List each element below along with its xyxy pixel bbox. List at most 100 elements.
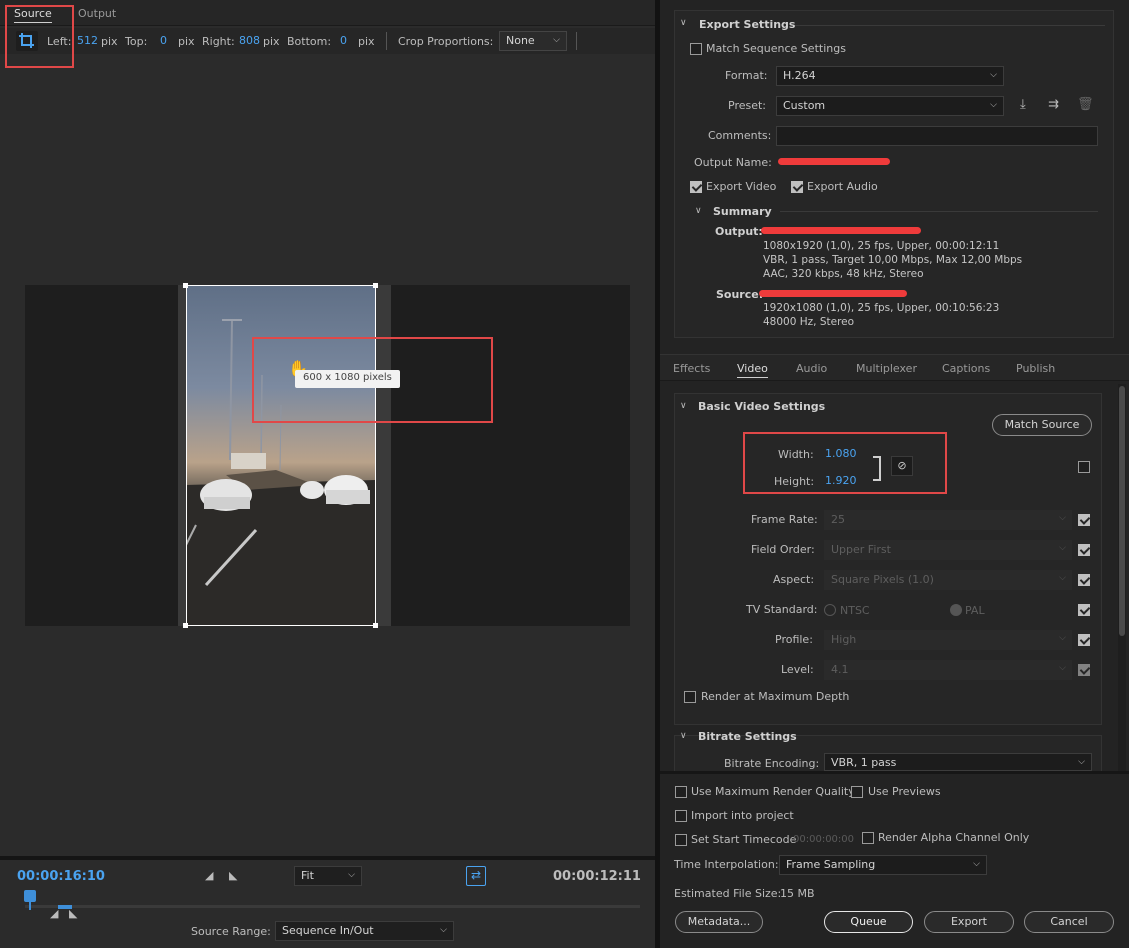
fit-frame-icon[interactable]: ⇄ [466,866,486,886]
crop-top-value[interactable]: 0 [160,34,167,47]
cancel-button[interactable]: Cancel [1024,911,1114,933]
profile-checkbox[interactable] [1078,634,1090,646]
save-preset-icon[interactable]: ⤓ [1020,97,1026,112]
scrollbar[interactable] [1118,384,1126,771]
field-order-checkbox[interactable] [1078,544,1090,556]
delete-preset-icon[interactable]: 🗑 [1077,97,1094,112]
match-sequence-checkbox[interactable] [690,43,702,55]
tab-video[interactable]: Video [737,362,768,378]
source-range-value: Sequence In/Out [282,924,374,937]
field-order-dropdown[interactable]: Upper First ⌵ [824,540,1072,560]
crop-proportions-label: Crop Proportions: [398,35,494,48]
export-video-label: Export Video [706,180,777,193]
preset-value: Custom [783,99,826,112]
step-forward-icon[interactable]: ◣ [229,869,237,882]
match-sequence-label: Match Sequence Settings [706,42,846,55]
crop-proportions-dropdown[interactable]: None ⌵ [499,31,567,51]
crop-right-value[interactable]: 808 [239,34,260,47]
crop-left-value[interactable]: 512 [77,34,98,47]
export-settings-title: Export Settings [699,18,796,31]
frame-rate-dropdown[interactable]: 25 ⌵ [824,510,1072,530]
crop-handle[interactable] [183,283,188,288]
pal-radio[interactable] [950,604,962,616]
crop-bottom-unit: pix [358,35,375,48]
comments-input[interactable] [776,126,1098,146]
tv-standard-label: TV Standard: [746,603,818,616]
zoom-value: Fit [301,869,314,882]
profile-label: Profile: [775,633,813,646]
chevron-down-icon: ⌵ [990,70,997,80]
bitrate-encoding-dropdown[interactable]: VBR, 1 pass ⌵ [824,753,1092,771]
tab-effects[interactable]: Effects [673,362,710,375]
import-preset-icon[interactable]: ⇉ [1048,97,1059,112]
time-interpolation-dropdown[interactable]: Frame Sampling ⌵ [779,855,987,875]
source-range-dropdown[interactable]: Sequence In/Out ⌵ [275,921,454,941]
section-rule [780,211,1098,212]
ntsc-radio[interactable] [824,604,836,616]
max-render-quality-checkbox[interactable] [675,786,687,798]
tab-output[interactable]: Output [78,7,116,20]
queue-button[interactable]: Queue [824,911,913,933]
chevron-down-icon: ⌵ [440,925,447,935]
use-previews-checkbox[interactable] [851,786,863,798]
aspect-dropdown[interactable]: Square Pixels (1.0) ⌵ [824,570,1072,590]
import-into-project-checkbox[interactable] [675,810,687,822]
crop-bottom-value[interactable]: 0 [340,34,347,47]
level-checkbox[interactable] [1078,664,1090,676]
section-rule [795,25,1105,26]
time-interpolation-value: Frame Sampling [786,858,876,871]
tab-publish[interactable]: Publish [1016,362,1055,375]
scrollbar-thumb[interactable] [1119,386,1125,636]
set-start-timecode-checkbox[interactable] [675,834,687,846]
summary-collapse-icon[interactable]: ∨ [695,206,702,216]
crop-handle[interactable] [373,623,378,628]
render-alpha-checkbox[interactable] [862,832,874,844]
in-point-icon[interactable]: ◢ [50,907,58,920]
width-height-override-checkbox[interactable] [1078,461,1090,473]
preset-dropdown[interactable]: Custom ⌵ [776,96,1004,116]
summary-output-line: AAC, 320 kbps, 48 kHz, Stereo [763,268,924,280]
tab-multiplexer[interactable]: Multiplexer [856,362,917,375]
export-audio-checkbox[interactable] [791,181,803,193]
comments-label: Comments: [708,129,772,142]
crop-proportions-value: None [506,34,535,47]
aspect-checkbox[interactable] [1078,574,1090,586]
bitrate-title: Bitrate Settings [698,730,797,743]
start-timecode-value[interactable]: 00:00:00:00 [793,834,854,845]
export-video-checkbox[interactable] [690,181,702,193]
metadata-button[interactable]: Metadata... [675,911,763,933]
collapse-icon[interactable]: ∨ [680,18,687,28]
match-source-button[interactable]: Match Source [992,414,1092,436]
output-name-label: Output Name: [694,156,772,169]
chevron-down-icon: ⌵ [973,859,980,869]
redacted-source-path [759,290,907,297]
redacted-output-name[interactable] [778,158,890,165]
tv-standard-checkbox[interactable] [1078,604,1090,616]
tab-captions[interactable]: Captions [942,362,990,375]
bitrate-encoding-value: VBR, 1 pass [831,756,897,769]
render-max-depth-checkbox[interactable] [684,691,696,703]
timeline-track[interactable] [25,905,640,908]
chevron-down-icon: ⌵ [1059,633,1066,643]
aspect-value: Square Pixels (1.0) [831,573,934,586]
ntsc-label: NTSC [840,604,870,617]
redacted-output-path [761,227,921,234]
step-back-icon[interactable]: ◢ [205,869,213,882]
frame-rate-checkbox[interactable] [1078,514,1090,526]
export-button[interactable]: Export [924,911,1014,933]
tab-audio[interactable]: Audio [796,362,827,375]
bitrate-collapse-icon[interactable]: ∨ [680,731,687,741]
zoom-dropdown[interactable]: Fit ⌵ [294,866,362,886]
basic-video-collapse-icon[interactable]: ∨ [680,401,687,411]
format-dropdown[interactable]: H.264 ⌵ [776,66,1004,86]
current-timecode[interactable]: 00:00:16:10 [17,869,105,884]
crop-handle[interactable] [373,283,378,288]
annotation-box-size [743,432,947,494]
time-interpolation-label: Time Interpolation: [674,858,779,871]
profile-dropdown[interactable]: High ⌵ [824,630,1072,650]
level-dropdown[interactable]: 4.1 ⌵ [824,660,1072,680]
summary-source-line: 48000 Hz, Stereo [763,316,855,328]
use-previews-label: Use Previews [868,785,941,798]
out-point-icon[interactable]: ◣ [69,907,77,920]
crop-handle[interactable] [183,623,188,628]
